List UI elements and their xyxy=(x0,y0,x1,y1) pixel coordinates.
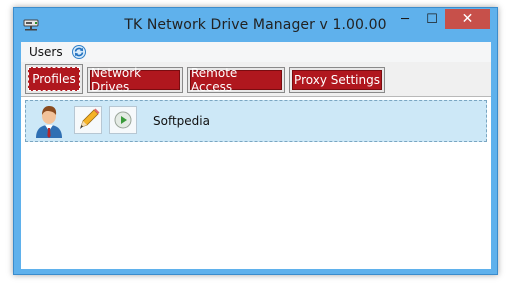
client-area: Users Profiles Network Drives Remote Acc… xyxy=(21,42,491,269)
tab-profiles[interactable]: Profiles xyxy=(25,64,83,94)
app-window: TK Network Drive Manager v 1.00.00 ─ ☐ ✕… xyxy=(13,7,498,275)
tab-label: Proxy Settings xyxy=(292,70,382,90)
tab-label: Network Drives xyxy=(90,66,180,94)
tab-proxy-settings[interactable]: Proxy Settings xyxy=(289,67,385,93)
title-bar[interactable]: TK Network Drive Manager v 1.00.00 ─ ☐ ✕ xyxy=(14,8,497,41)
menu-item-users[interactable]: Users xyxy=(29,45,63,59)
refresh-icon[interactable] xyxy=(71,44,87,60)
tab-strip: Profiles Network Drives Remote Access Pr… xyxy=(21,63,491,96)
maximize-button[interactable]: ☐ xyxy=(419,9,445,29)
tab-label: Profiles xyxy=(28,67,80,91)
connect-profile-button[interactable] xyxy=(109,106,137,134)
menu-bar: Users xyxy=(21,42,491,62)
profiles-panel: Softpedia xyxy=(21,96,491,269)
profile-row[interactable]: Softpedia xyxy=(25,100,487,142)
tab-remote-access[interactable]: Remote Access xyxy=(187,66,285,94)
pencil-icon xyxy=(80,108,100,129)
tab-label: Remote Access xyxy=(190,66,282,94)
profile-name: Softpedia xyxy=(153,114,210,128)
play-icon xyxy=(114,111,132,129)
close-button[interactable]: ✕ xyxy=(445,9,490,29)
minimize-button[interactable]: ─ xyxy=(392,9,418,29)
tab-network-drives[interactable]: Network Drives xyxy=(87,66,183,94)
user-icon xyxy=(36,106,62,138)
edit-profile-button[interactable] xyxy=(74,106,102,134)
